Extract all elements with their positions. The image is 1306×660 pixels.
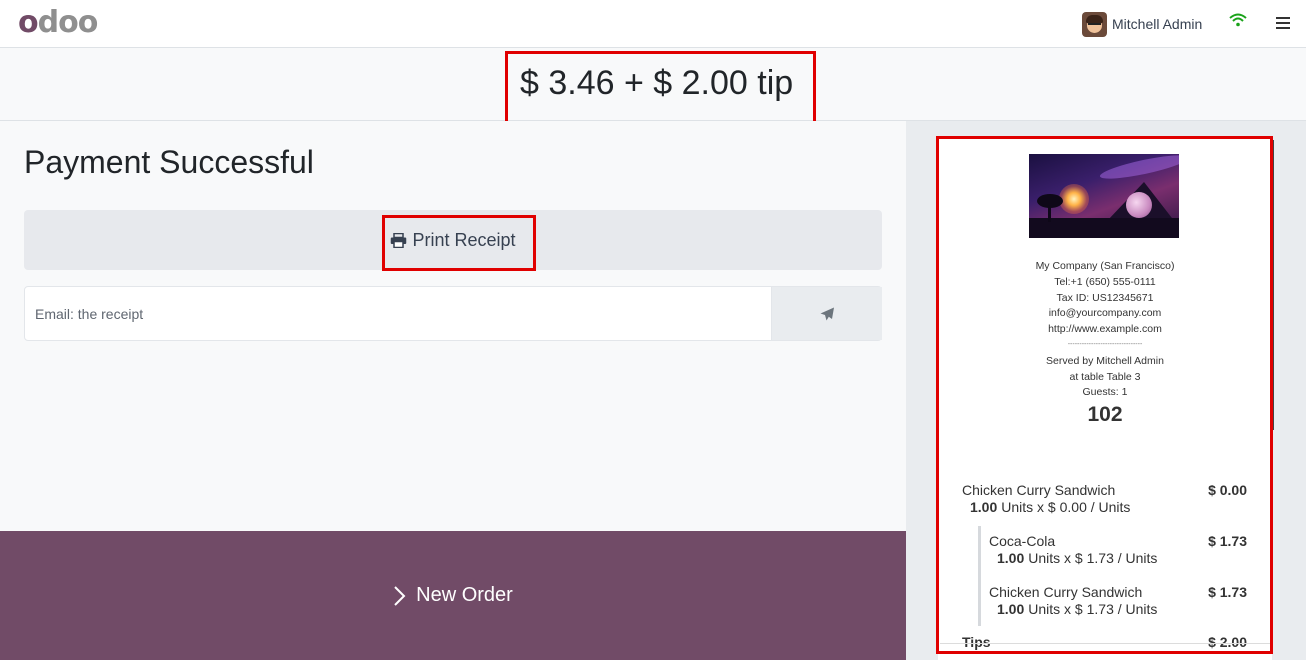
paper-plane-icon <box>820 307 834 320</box>
user-avatar <box>1082 11 1107 37</box>
odoo-logo[interactable]: odoo <box>18 6 98 40</box>
receipt-line-unit: Units x $ 1.73 / Units <box>1028 550 1158 566</box>
print-receipt-label: Print Receipt <box>412 229 516 250</box>
guests-count: Guests: 1 <box>1082 386 1128 398</box>
served-by: Served by Mitchell Admin <box>1046 355 1164 367</box>
receipt-line-name: Coca-Cola <box>989 533 1056 549</box>
combo-indicator-bar <box>978 526 981 626</box>
user-name: Mitchell Admin <box>1112 16 1203 32</box>
new-order-label: New Order <box>416 584 513 606</box>
company-email: info@yourcompany.com <box>1048 307 1162 319</box>
email-input[interactable] <box>25 287 771 340</box>
total-amount: $ 3.46 + $ 2.00 tip <box>520 64 794 102</box>
tips-price: $ 2.00 <box>1208 634 1247 650</box>
receipt-line-qty: 1.00 Units x $ 1.73 / Units <box>997 550 1157 567</box>
new-order-button[interactable]: New Order <box>0 531 906 660</box>
receipt-line-price: $ 1.73 <box>1208 533 1247 549</box>
chevron-right-icon <box>394 585 406 606</box>
receipt-line-quantity: 1.00 <box>997 601 1025 617</box>
receipt-line-quantity: 1.00 <box>970 499 998 515</box>
order-number: 102 <box>1087 403 1123 426</box>
user-menu[interactable]: Mitchell Admin <box>1082 11 1202 37</box>
receipt-line-price: $ 0.00 <box>1208 482 1247 498</box>
tips-label: Tips <box>962 634 991 650</box>
hamburger-menu-icon[interactable] <box>1276 17 1290 29</box>
receipt-line-qty: 1.00 Units x $ 1.73 / Units <box>997 601 1157 618</box>
print-receipt-button[interactable]: Print Receipt <box>24 210 882 270</box>
company-tax-id: Tax ID: US12345671 <box>1056 292 1154 304</box>
receipt-line-name: Chicken Curry Sandwich <box>962 482 1116 498</box>
receipt-separator: -------------------------------- <box>1067 341 1143 348</box>
receipt-line-quantity: 1.00 <box>997 550 1025 566</box>
page-title: Payment Successful <box>24 144 314 180</box>
receipt-line-unit: Units x $ 0.00 / Units <box>1001 499 1131 515</box>
receipt-line-price: $ 1.73 <box>1208 584 1247 600</box>
top-navbar: odoo Mitchell Admin <box>0 0 1306 48</box>
printer-icon <box>391 232 407 248</box>
company-name: My Company (San Francisco) <box>1035 260 1175 272</box>
receipt-scrollbar[interactable] <box>1270 140 1274 430</box>
email-receipt-row <box>24 286 882 341</box>
send-email-button[interactable] <box>771 287 882 340</box>
company-website: http://www.example.com <box>1048 323 1162 335</box>
wifi-icon <box>1229 13 1247 27</box>
receipt-line-unit: Units x $ 1.73 / Units <box>1028 601 1158 617</box>
company-phone: Tel:+1 (650) 555-0111 <box>1054 276 1156 288</box>
table-info: at table Table 3 <box>1069 371 1141 383</box>
receipt-line-qty: 1.00 Units x $ 0.00 / Units <box>970 499 1130 516</box>
receipt-line-name: Chicken Curry Sandwich <box>989 584 1143 600</box>
company-logo-image <box>1029 154 1179 238</box>
receipt-divider <box>940 643 1270 644</box>
